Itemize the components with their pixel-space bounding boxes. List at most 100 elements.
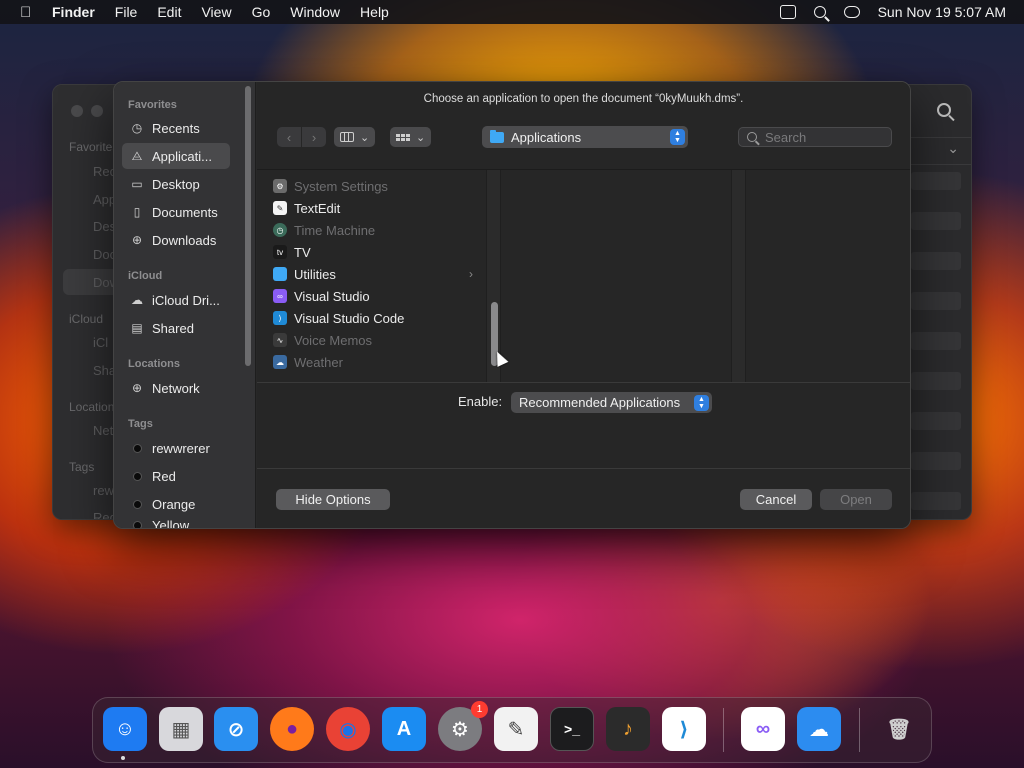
app-row-tv[interactable]: tv TV bbox=[273, 241, 473, 263]
sidebar-item-applications[interactable]: ⨺ Applicati... bbox=[122, 143, 230, 169]
app-row-system-settings[interactable]: ⚙ System Settings bbox=[273, 175, 473, 197]
vscode-icon: ⟩ bbox=[679, 718, 689, 741]
app-label: Voice Memos bbox=[294, 332, 373, 348]
menu-view[interactable]: View bbox=[201, 4, 231, 20]
app-label: TV bbox=[294, 244, 311, 260]
app-row-textedit[interactable]: ✎ TextEdit bbox=[273, 197, 473, 219]
enable-popup[interactable]: Recommended Applications ▲ ▼ bbox=[511, 392, 712, 413]
dock-garageband[interactable]: ♪ bbox=[606, 707, 650, 751]
dock-textedit[interactable]: ✎ bbox=[494, 707, 538, 751]
group-view-button[interactable]: ⌄ bbox=[390, 127, 432, 147]
bg-row bbox=[911, 492, 961, 510]
applications-icon: ⨺ bbox=[131, 148, 143, 163]
menu-window[interactable]: Window bbox=[290, 4, 340, 20]
bg-section-tags: Tags bbox=[69, 460, 95, 474]
tag-dot-icon bbox=[130, 518, 144, 528]
dock-finder[interactable]: ☺ bbox=[103, 707, 147, 751]
menu-help[interactable]: Help bbox=[360, 4, 389, 20]
close-icon[interactable] bbox=[71, 105, 83, 117]
location-popup[interactable]: Applications ▲ ▼ bbox=[482, 126, 688, 148]
dock-vscode[interactable]: ⟩ bbox=[662, 707, 706, 751]
background-column-header bbox=[911, 137, 971, 165]
menu-clock[interactable]: Sun Nov 19 5:07 AM bbox=[878, 4, 1006, 20]
search-field[interactable] bbox=[738, 127, 892, 147]
back-button[interactable]: ‹ bbox=[277, 127, 301, 147]
search-input[interactable] bbox=[765, 129, 875, 145]
control-center-icon[interactable] bbox=[843, 6, 860, 18]
sidebar-item-recents[interactable]: ◷ Recents bbox=[122, 115, 230, 141]
dock-system-settings[interactable]: ⚙ 1 bbox=[438, 701, 488, 751]
trash-icon: 🗑 bbox=[886, 718, 912, 741]
dock-trash[interactable]: 🗑 bbox=[877, 707, 921, 751]
sidebar-item-network[interactable]: ⊕ Network bbox=[122, 375, 230, 401]
app-label: TextEdit bbox=[294, 200, 341, 216]
cancel-button[interactable]: Cancel bbox=[740, 489, 812, 510]
folder-icon bbox=[273, 267, 287, 281]
dock-safari[interactable]: ⊘ bbox=[214, 707, 258, 751]
sidebar-item-documents[interactable]: ▯ Documents bbox=[122, 199, 230, 225]
screen-mirroring-icon[interactable] bbox=[779, 5, 796, 19]
footer-divider bbox=[257, 468, 910, 469]
window-controls bbox=[71, 105, 103, 117]
bg-item: iCl bbox=[93, 335, 109, 350]
hide-options-button[interactable]: Hide Options bbox=[276, 489, 390, 510]
bg-row bbox=[911, 292, 961, 310]
visual-studio-icon: ∞ bbox=[273, 289, 287, 303]
sidebar-tag-orange[interactable]: Orange bbox=[122, 491, 230, 517]
dock-weather[interactable]: ☁ bbox=[797, 707, 841, 751]
columns-icon bbox=[340, 132, 354, 142]
chrome-icon: ◉ bbox=[339, 718, 357, 741]
dock-app-store[interactable]: A bbox=[382, 707, 426, 751]
menu-file[interactable]: File bbox=[115, 4, 138, 20]
folder-icon bbox=[490, 129, 504, 143]
sidebar-item-icloud-drive[interactable]: ☁ iCloud Dri... bbox=[122, 287, 230, 313]
sidebar-item-shared[interactable]: ▤ Shared bbox=[122, 315, 230, 341]
sidebar-section-favorites: Favorites bbox=[128, 99, 177, 111]
app-label: Weather bbox=[294, 354, 343, 370]
notification-badge: 1 bbox=[471, 701, 488, 718]
sidebar-tag-yellow[interactable]: Yellow bbox=[122, 518, 230, 528]
sidebar-item-label: Downloads bbox=[152, 232, 217, 248]
dock-launchpad[interactable]: ▦ bbox=[159, 707, 203, 751]
sidebar-item-desktop[interactable]: ▭ Desktop bbox=[122, 171, 230, 197]
app-row-visual-studio[interactable]: ∞ Visual Studio bbox=[273, 285, 473, 307]
visual-studio-icon: ∞ bbox=[755, 717, 771, 740]
chevron-down-icon: ⌄ bbox=[360, 131, 370, 144]
waveform-icon: ∿ bbox=[273, 333, 287, 347]
forward-button[interactable]: › bbox=[302, 127, 326, 147]
menu-app-name[interactable]: Finder bbox=[52, 4, 95, 20]
document-icon: ▯ bbox=[133, 205, 141, 219]
dock-firefox[interactable]: ● bbox=[270, 707, 314, 751]
app-row-visual-studio-code[interactable]: ⟩ Visual Studio Code bbox=[273, 307, 473, 329]
app-row-utilities[interactable]: Utilities › bbox=[273, 263, 473, 285]
sidebar-item-label: Network bbox=[152, 380, 200, 396]
dock-visual-studio[interactable]: ∞ bbox=[741, 707, 785, 751]
sidebar-item-label: Desktop bbox=[152, 176, 200, 192]
minimize-icon[interactable] bbox=[91, 105, 103, 117]
bg-item: Net bbox=[93, 423, 114, 438]
sidebar-item-downloads[interactable]: ⊕ Downloads bbox=[122, 227, 230, 253]
app-row-weather[interactable]: ☁ Weather bbox=[273, 351, 473, 373]
finder-icon: ☺ bbox=[114, 717, 136, 740]
bg-section-icloud: iCloud bbox=[69, 312, 104, 326]
apple-menu-icon[interactable]:  bbox=[10, 4, 36, 21]
app-row-time-machine[interactable]: ◷ Time Machine bbox=[273, 219, 473, 241]
spotlight-icon[interactable] bbox=[813, 6, 826, 18]
app-row-voice-memos[interactable]: ∿ Voice Memos bbox=[273, 329, 473, 351]
sidebar-scrollbar[interactable] bbox=[245, 86, 251, 366]
globe-icon: ⊕ bbox=[131, 381, 143, 395]
sidebar-tag-red[interactable]: Red bbox=[122, 463, 230, 489]
preview-column-scrollbar[interactable] bbox=[732, 170, 746, 382]
sidebar-section-locations: Locations bbox=[128, 358, 180, 370]
dock-chrome[interactable]: ◉ bbox=[326, 707, 370, 751]
sidebar-tag-rewwrerer[interactable]: rewwrerer bbox=[122, 435, 230, 461]
open-button[interactable]: Open bbox=[820, 489, 892, 510]
sidebar-item-label: Shared bbox=[152, 320, 194, 336]
dock-terminal[interactable]: >_ bbox=[550, 707, 594, 751]
menu-go[interactable]: Go bbox=[252, 4, 271, 20]
search-icon[interactable] bbox=[937, 103, 951, 117]
dialog-sidebar: Favorites ◷ Recents ⨺ Applicati... ▭ Des… bbox=[114, 82, 256, 528]
menu-edit[interactable]: Edit bbox=[157, 4, 181, 20]
system-settings-icon: ⚙ bbox=[451, 718, 469, 741]
column-view-button[interactable]: ⌄ bbox=[334, 127, 376, 147]
